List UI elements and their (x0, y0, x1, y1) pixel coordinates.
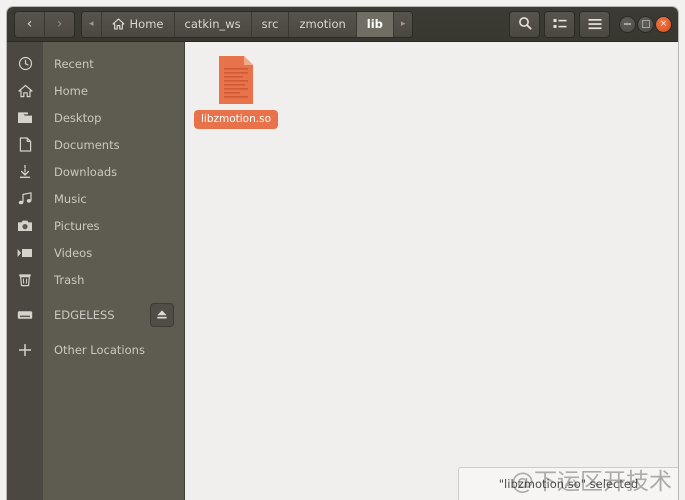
file-code-icon (213, 54, 259, 106)
sidebar-item-home[interactable]: Home (7, 77, 184, 104)
sidebar-item-other-locations[interactable]: Other Locations (7, 336, 184, 363)
camera-icon (7, 219, 43, 232)
drive-icon (7, 309, 43, 321)
music-icon (7, 191, 43, 206)
sidebar-item-desktop[interactable]: Desktop (7, 104, 184, 131)
window-body: Recent Home Desktop Documents Downloads … (7, 42, 678, 500)
sidebar-item-music[interactable]: Music (7, 185, 184, 212)
header-toolbar: ‹ › ◂ Home catkin_ws src zmotion lib ▸ × (7, 7, 678, 42)
sidebar-item-downloads[interactable]: Downloads (7, 158, 184, 185)
status-text: "libzmotion.so" selected (498, 477, 639, 491)
window-controls: × (620, 16, 671, 32)
sidebar-item-recent[interactable]: Recent (7, 50, 184, 77)
sidebar-item-trash[interactable]: Trash (7, 266, 184, 293)
breadcrumb-scroll-left[interactable]: ◂ (82, 11, 102, 37)
breadcrumb-label: lib (366, 17, 383, 31)
home-icon (7, 84, 43, 98)
sidebar-item-label: EDGELESS (54, 307, 115, 322)
maximize-icon (641, 20, 650, 28)
sidebar-item-label: Home (54, 83, 88, 98)
sidebar-item-edgeless[interactable]: EDGELESS (7, 301, 184, 328)
file-item[interactable]: libzmotion.so (193, 50, 279, 129)
breadcrumb-item-src[interactable]: src (251, 11, 290, 37)
minimize-button[interactable] (620, 16, 635, 32)
download-icon (7, 164, 43, 179)
home-icon (111, 18, 125, 30)
breadcrumb-item-lib[interactable]: lib (356, 11, 394, 37)
status-bar: "libzmotion.so" selected @下运区开技术 (458, 467, 678, 500)
breadcrumb: ◂ Home catkin_ws src zmotion lib ▸ (82, 11, 413, 37)
search-icon (518, 15, 532, 34)
breadcrumb-item-catkin_ws[interactable]: catkin_ws (174, 11, 252, 37)
search-button[interactable] (510, 11, 539, 37)
file-manager-window: ‹ › ◂ Home catkin_ws src zmotion lib ▸ ×… (7, 7, 678, 500)
view-list-icon (553, 15, 567, 34)
breadcrumb-item-zmotion[interactable]: zmotion (289, 11, 357, 37)
sidebar-item-label: Pictures (54, 218, 100, 233)
sidebar-item-pictures[interactable]: Pictures (7, 212, 184, 239)
sidebar-item-label: Downloads (54, 164, 118, 179)
folder-icon (7, 111, 43, 124)
back-button[interactable]: ‹ (15, 11, 45, 37)
sidebar-item-label: Recent (54, 56, 94, 71)
chevron-right-icon: › (56, 16, 63, 32)
breadcrumb-label: zmotion (299, 17, 346, 31)
trash-icon (7, 272, 43, 287)
file-grid: libzmotion.so (185, 42, 678, 129)
menu-button[interactable] (580, 11, 609, 37)
file-name-label: libzmotion.so (193, 110, 278, 129)
maximize-button[interactable] (638, 16, 653, 32)
document-icon (7, 137, 43, 152)
screenshot-root: ‹ › ◂ Home catkin_ws src zmotion lib ▸ ×… (0, 0, 685, 500)
view-options-button[interactable] (545, 11, 574, 37)
nav-buttons-group: ‹ › (15, 11, 74, 37)
clock-icon (7, 56, 43, 71)
sidebar: Recent Home Desktop Documents Downloads … (7, 42, 184, 500)
sidebar-item-videos[interactable]: Videos (7, 239, 184, 266)
breadcrumb-scroll-right[interactable]: ▸ (393, 11, 413, 37)
breadcrumb-label: src (261, 17, 279, 31)
forward-button[interactable]: › (45, 11, 74, 37)
plus-icon (7, 343, 43, 357)
eject-button[interactable] (151, 303, 173, 326)
sidebar-item-label: Other Locations (54, 342, 145, 357)
breadcrumb-label: Home (129, 17, 164, 31)
breadcrumb-item-home[interactable]: Home (101, 11, 175, 37)
sidebar-item-label: Documents (54, 137, 120, 152)
close-icon: × (659, 19, 668, 29)
sidebar-item-documents[interactable]: Documents (7, 131, 184, 158)
sidebar-item-label: Videos (54, 245, 93, 260)
triangle-right-icon: ▸ (400, 19, 406, 29)
sidebar-item-label: Trash (54, 272, 85, 287)
sidebar-item-label: Music (54, 191, 87, 206)
eject-icon (157, 310, 167, 319)
sidebar-item-label: Desktop (54, 110, 102, 125)
hamburger-icon (588, 15, 602, 34)
file-view[interactable]: libzmotion.so "libzmotion.so" selected @… (184, 42, 678, 500)
breadcrumb-label: catkin_ws (184, 17, 241, 31)
minimize-icon (624, 23, 631, 25)
close-button[interactable]: × (656, 16, 671, 32)
chevron-left-icon: ‹ (26, 16, 33, 32)
triangle-left-icon: ◂ (89, 19, 94, 29)
video-icon (7, 247, 43, 259)
